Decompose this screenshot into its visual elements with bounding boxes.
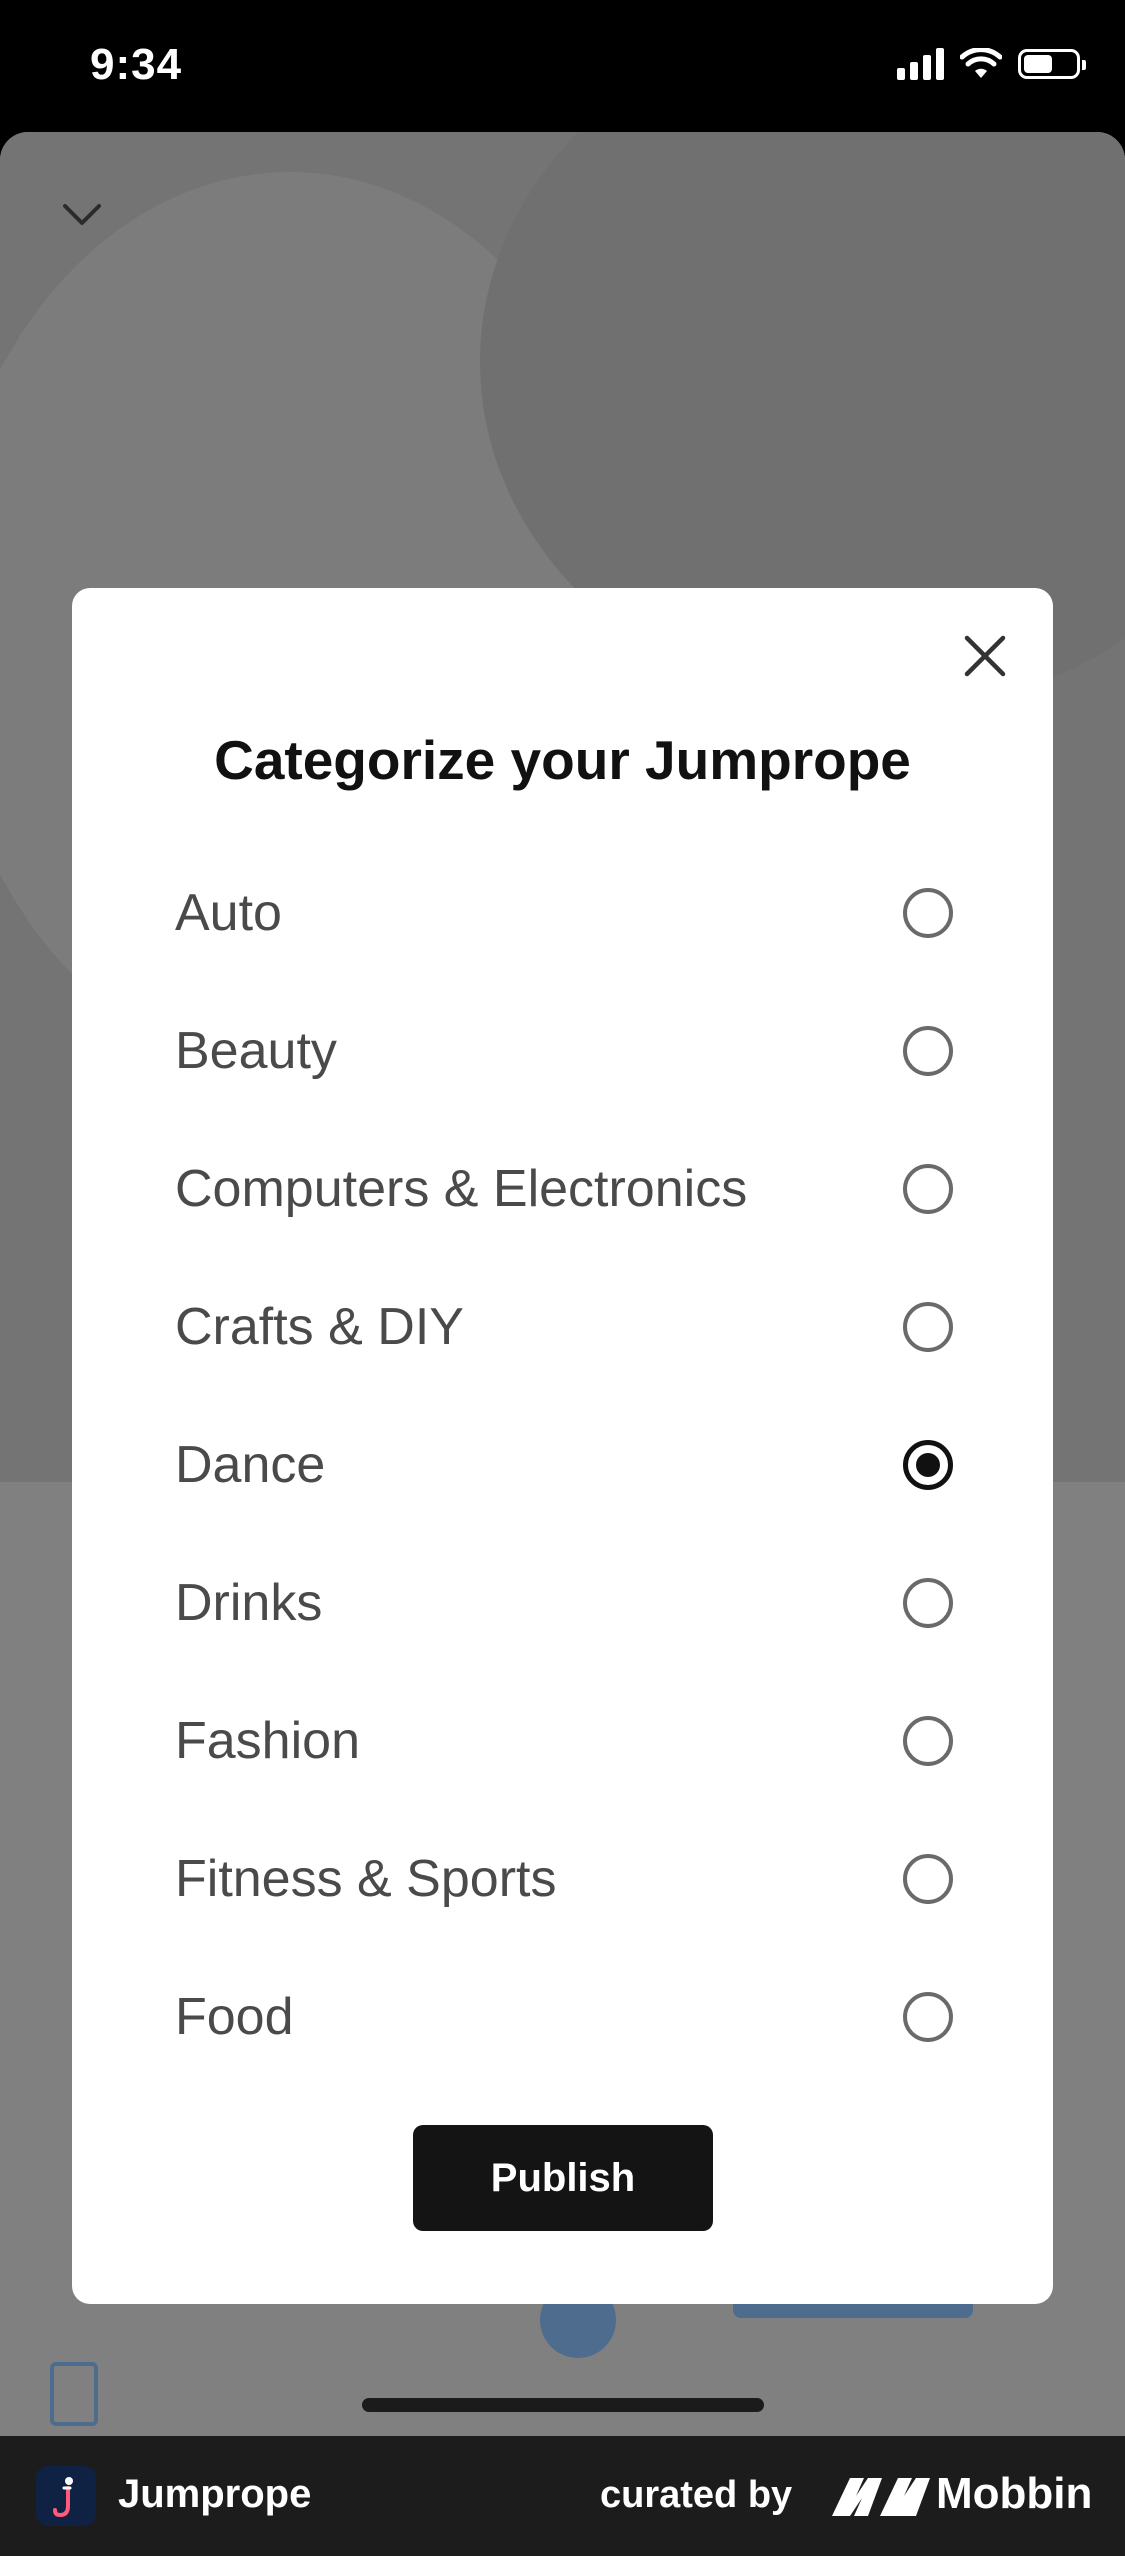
category-option-computers-electronics[interactable]: Computers & Electronics [72,1120,1053,1258]
battery-icon [1018,49,1086,79]
radio-unchecked-icon[interactable] [903,888,953,938]
option-label: Drinks [175,1574,323,1632]
categorize-modal: Categorize your Jumprope Auto Beauty Com… [72,588,1053,2304]
radio-unchecked-icon[interactable] [903,1026,953,1076]
mobbin-logo-icon [832,2478,930,2516]
status-bar: 9:34 [0,0,1125,132]
category-option-crafts-diy[interactable]: Crafts & DIY [72,1258,1053,1396]
app-name: Jumprope [118,2472,312,2516]
publish-button[interactable]: Publish [413,2125,713,2231]
option-label: Fashion [175,1712,360,1770]
home-indicator[interactable] [362,2398,764,2412]
option-label: Food [175,1988,294,2046]
radio-unchecked-icon[interactable] [903,1164,953,1214]
footer-bar: Jumprope curated by Mobbin [0,2436,1125,2556]
option-label: Crafts & DIY [175,1298,464,1356]
cellular-signal-icon [897,48,944,80]
radio-unchecked-icon[interactable] [903,1578,953,1628]
mobbin-brand-name: Mobbin [936,2469,1093,2518]
radio-unchecked-icon[interactable] [903,1716,953,1766]
option-label: Dance [175,1436,326,1494]
option-label: Beauty [175,1022,337,1080]
category-option-drinks[interactable]: Drinks [72,1534,1053,1672]
radio-checked-icon[interactable] [903,1440,953,1490]
background-icon [50,2362,98,2426]
status-icons [897,48,1086,80]
curated-by-label: curated by [600,2474,793,2516]
category-option-fashion[interactable]: Fashion [72,1672,1053,1810]
category-option-auto[interactable]: Auto [72,844,1053,982]
radio-unchecked-icon[interactable] [903,1854,953,1904]
category-option-dance[interactable]: Dance [72,1396,1053,1534]
radio-unchecked-icon[interactable] [903,1302,953,1352]
category-option-fitness-sports[interactable]: Fitness & Sports [72,1810,1053,1948]
option-label: Fitness & Sports [175,1850,557,1908]
category-option-beauty[interactable]: Beauty [72,982,1053,1120]
radio-unchecked-icon[interactable] [903,1992,953,2042]
modal-title: Categorize your Jumprope [214,729,911,791]
status-time: 9:34 [90,40,183,89]
close-icon[interactable] [961,632,1009,680]
app-logo-icon [36,2466,96,2526]
category-list: Auto Beauty Computers & Electronics Craf… [72,844,1053,2086]
chevron-down-icon[interactable] [62,196,102,236]
option-label: Auto [175,884,282,942]
option-label: Computers & Electronics [175,1160,748,1218]
category-option-food[interactable]: Food [72,1948,1053,2086]
wifi-icon [960,48,1002,78]
